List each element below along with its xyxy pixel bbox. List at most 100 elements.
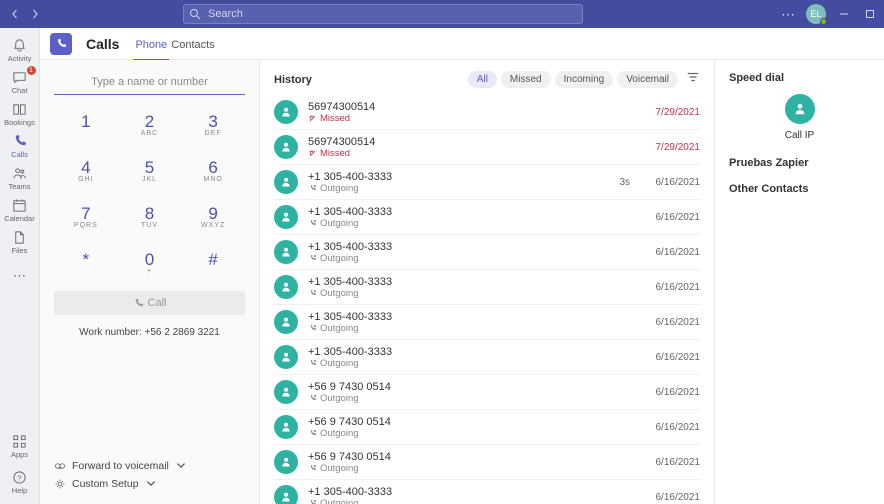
row-number: +1 305-400-3333 [308, 346, 580, 358]
person-icon [785, 94, 815, 124]
rail-help[interactable]: ? Help [0, 466, 40, 498]
more-icon[interactable]: ⋯ [781, 6, 796, 23]
rail-more[interactable]: ⋯ [0, 260, 40, 292]
filter-icon[interactable] [682, 70, 700, 89]
dialkey-4[interactable]: 4GHI [54, 151, 118, 191]
dialkey-0[interactable]: 0+ [118, 243, 182, 283]
forward-voicemail-link[interactable]: Forward to voicemail [54, 460, 245, 472]
filter-incoming[interactable]: Incoming [555, 71, 614, 88]
search-input[interactable] [183, 4, 583, 24]
dialkey-*[interactable]: * [54, 243, 118, 283]
dialkey-sub: DEF [205, 130, 222, 138]
row-main: +1 305-400-3333Outgoing [308, 171, 580, 194]
rail-item-calls[interactable]: Calls [0, 130, 40, 162]
history-row[interactable]: +1 305-400-3333Outgoing6/16/2021 [274, 270, 700, 305]
row-main: +56 9 7430 0514Outgoing [308, 416, 580, 439]
filter-all[interactable]: All [468, 71, 497, 88]
row-status: Outgoing [308, 218, 580, 229]
dialkey-6[interactable]: 6MNO [181, 151, 245, 191]
user-avatar[interactable]: EL [806, 4, 826, 24]
dialkey-8[interactable]: 8TUV [118, 197, 182, 237]
rail-label: Files [12, 246, 28, 255]
row-main: +1 305-400-3333Outgoing [308, 206, 580, 229]
avatar-initials: EL [810, 9, 821, 19]
person-icon [274, 275, 298, 299]
custom-setup-label: Custom Setup [72, 478, 139, 490]
dialkey-7[interactable]: 7PQRS [54, 197, 118, 237]
history-list[interactable]: 56974300514Missed7/29/202156974300514Mis… [274, 95, 700, 504]
person-icon [274, 205, 298, 229]
calls-body: 12ABC3DEF4GHI5JKL6MNO7PQRS8TUV9WXYZ*0+# … [40, 60, 884, 504]
chevron-down-icon [175, 460, 187, 472]
dialkey-num: 9 [208, 204, 217, 224]
rail-item-bookings[interactable]: Bookings [0, 98, 40, 130]
history-title: History [274, 74, 312, 86]
dialkey-3[interactable]: 3DEF [181, 105, 245, 145]
rail-item-teams[interactable]: Teams [0, 162, 40, 194]
dialkey-num: 2 [145, 112, 154, 132]
call-button[interactable]: Call [54, 291, 245, 315]
history-row[interactable]: +1 305-400-3333Outgoing 6/16/2021 [274, 340, 700, 375]
tab-phone[interactable]: Phone [133, 31, 169, 61]
filter-voicemail[interactable]: Voicemail [617, 71, 678, 88]
dial-input[interactable] [54, 70, 245, 95]
history-panel: History AllMissedIncomingVoicemail 56974… [260, 60, 714, 504]
rail-item-files[interactable]: Files [0, 226, 40, 258]
history-row[interactable]: +56 9 7430 0514Outgoing6/16/2021 [274, 445, 700, 480]
dialpad: 12ABC3DEF 4GHI5JKL6MNO 7PQRS8TUV9WXYZ *0+# [54, 105, 245, 283]
dialkey-2[interactable]: 2ABC [118, 105, 182, 145]
dialkey-num: 0 [145, 250, 154, 270]
maximize-button[interactable] [862, 6, 878, 22]
person-icon [274, 450, 298, 474]
dialkey-1[interactable]: 1 [54, 105, 118, 145]
person-icon [274, 170, 298, 194]
row-date: 6/16/2021 [640, 387, 700, 398]
row-date: 6/16/2021 [640, 282, 700, 293]
rail-label: Activity [8, 54, 32, 63]
rail-item-calendar[interactable]: Calendar [0, 194, 40, 226]
dialkey-#[interactable]: # [181, 243, 245, 283]
history-row[interactable]: 56974300514Missed7/29/2021 [274, 130, 700, 165]
row-main: +1 305-400-3333Outgoing [308, 346, 580, 369]
person-icon [274, 380, 298, 404]
row-main: +56 9 7430 0514Outgoing [308, 451, 580, 474]
history-row[interactable]: +1 305-400-3333Outgoing6/16/2021 [274, 305, 700, 340]
rail-item-chat[interactable]: Chat1 [0, 66, 40, 98]
tab-contacts[interactable]: Contacts [169, 31, 216, 59]
speed-dial-contact[interactable]: Call IP [729, 94, 870, 141]
row-status: Outgoing [308, 498, 580, 504]
filter-missed[interactable]: Missed [501, 71, 551, 88]
history-filters: AllMissedIncomingVoicemail [468, 70, 700, 89]
row-main: +56 9 7430 0514Outgoing [308, 381, 580, 404]
history-row[interactable]: +56 9 7430 0514Outgoing 6/16/2021 [274, 375, 700, 410]
rail-help-label: Help [12, 486, 27, 495]
row-date: 7/29/2021 [640, 107, 700, 118]
title-bar: ⋯ EL [0, 0, 884, 28]
rail-label: Bookings [4, 118, 35, 127]
history-row[interactable]: 56974300514Missed7/29/2021 [274, 95, 700, 130]
speed-contact-name: Call IP [785, 130, 814, 141]
row-number: +56 9 7430 0514 [308, 451, 580, 463]
dialkey-num: 8 [145, 204, 154, 224]
history-row[interactable]: +1 305-400-3333Outgoing6/16/2021 [274, 235, 700, 270]
row-date: 6/16/2021 [640, 352, 700, 363]
minimize-button[interactable] [836, 6, 852, 22]
rail-item-activity[interactable]: Activity [0, 34, 40, 66]
back-button[interactable] [6, 5, 24, 23]
row-date: 7/29/2021 [640, 142, 700, 153]
dialkey-5[interactable]: 5JKL [118, 151, 182, 191]
history-row[interactable]: +1 305-400-3333Outgoing3s6/16/2021 [274, 165, 700, 200]
dialkey-9[interactable]: 9WXYZ [181, 197, 245, 237]
section-pruebas[interactable]: Pruebas Zapier [729, 157, 870, 169]
forward-button[interactable] [26, 5, 44, 23]
row-number: +1 305-400-3333 [308, 311, 580, 323]
custom-setup-link[interactable]: Custom Setup [54, 478, 245, 490]
rail-apps[interactable]: Apps [0, 430, 40, 462]
history-row[interactable]: +56 9 7430 0514Outgoing6/16/2021 [274, 410, 700, 445]
section-other-contacts[interactable]: Other Contacts [729, 183, 870, 195]
history-row[interactable]: +1 305-400-3333Outgoing6/16/2021 [274, 200, 700, 235]
history-row[interactable]: +1 305-400-3333Outgoing6/16/2021 [274, 480, 700, 504]
speed-dial-panel: Speed dial Call IP Pruebas Zapier Other … [714, 60, 884, 504]
row-status: Outgoing [308, 358, 580, 369]
voicemail-icon [54, 460, 66, 472]
